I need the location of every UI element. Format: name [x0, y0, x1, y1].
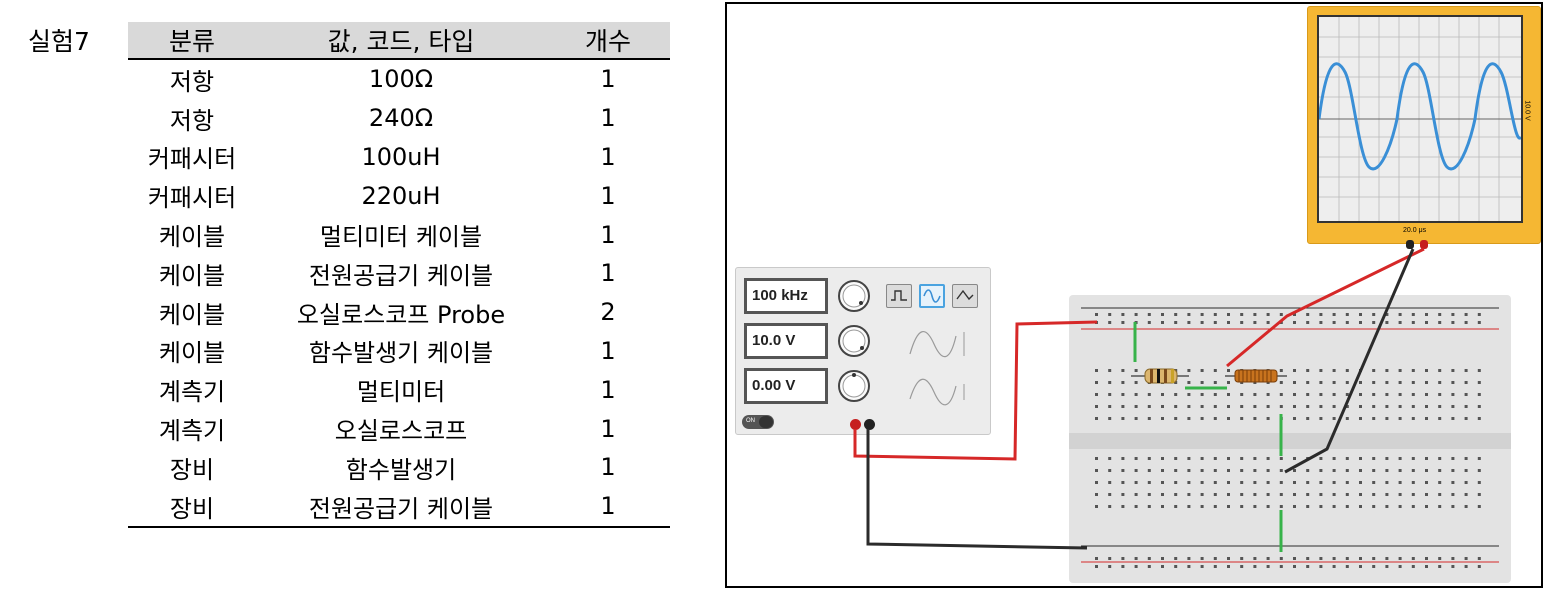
cell-value: 오실로스코프	[334, 417, 468, 446]
cell-category: 장비	[169, 455, 215, 484]
header-category: 분류	[168, 27, 215, 56]
table-row: 커패시터 220uH 1	[128, 176, 670, 215]
table-body: 저항 100Ω 1 저항 240Ω 1 커패시터 100uH 1 커패시터 220uH 1 케이블 멀티미…	[128, 60, 670, 526]
table-header: 분류 값, 코드, 타입 개수	[128, 22, 670, 60]
table-row: 케이블 전원공급기 케이블 1	[128, 254, 670, 293]
table-bottom-rule	[128, 525, 670, 528]
cell-count: 1	[600, 181, 616, 210]
wire-generator-negative[interactable]	[866, 429, 1088, 550]
cell-value: 함수발생기	[345, 455, 457, 484]
cell-category: 케이블	[158, 223, 226, 252]
inductor[interactable]	[1225, 369, 1287, 383]
cell-count: 1	[600, 453, 616, 482]
parts-table: 분류 값, 코드, 타입 개수 저항 100Ω 1 저항 240Ω 1 커패시터 100uH 1…	[128, 22, 670, 528]
header-count: 개수	[584, 27, 631, 56]
table-row: 케이블 멀티미터 케이블 1	[128, 215, 670, 254]
cell-category: 계측기	[158, 378, 226, 407]
table-row: 케이블 오실로스코프 Probe 2	[128, 293, 670, 332]
cell-value: 100Ω	[368, 65, 434, 94]
cell-value: 함수발생기 케이블	[308, 339, 494, 368]
table-row: 저항 100Ω 1	[128, 60, 670, 99]
table-row: 장비 함수발생기 1	[128, 448, 670, 487]
resistor[interactable]	[1131, 368, 1189, 384]
cell-category: 커패시터	[147, 145, 237, 174]
cell-category: 저항	[169, 67, 215, 96]
cell-category: 케이블	[158, 339, 226, 368]
cell-value: 오실로스코프 Probe	[296, 300, 506, 329]
wire-generator-positive[interactable]	[853, 320, 1098, 461]
experiment-label: 실험7	[28, 27, 90, 56]
cell-value: 멀티미터 케이블	[319, 223, 483, 252]
cell-count: 1	[600, 336, 616, 365]
cell-count: 1	[600, 414, 616, 443]
cell-value: 멀티미터	[356, 378, 446, 407]
table-row: 장비 전원공급기 케이블 1	[128, 487, 670, 526]
cell-count: 1	[600, 65, 616, 94]
cell-category: 계측기	[158, 417, 226, 446]
cell-count: 1	[600, 220, 616, 249]
wiring	[853, 247, 1425, 552]
cell-value: 전원공급기 케이블	[308, 261, 494, 290]
cell-value: 240Ω	[368, 104, 434, 133]
cell-value: 100uH	[361, 142, 441, 171]
table-row: 케이블 함수발생기 케이블 1	[128, 332, 670, 371]
cell-category: 커패시터	[147, 184, 237, 213]
circuit-simulator: 100 kHz 10.0 V 0.00 V ON 10.0 V 20.0 μs	[725, 2, 1543, 588]
cell-value: 전원공급기 케이블	[308, 494, 494, 523]
cell-category: 케이블	[158, 300, 226, 329]
cell-count: 2	[600, 298, 616, 327]
cell-count: 1	[600, 492, 616, 521]
table-row: 커패시터 100uH 1	[128, 138, 670, 177]
table-row: 계측기 오실로스코프 1	[128, 409, 670, 448]
table-row: 계측기 멀티미터 1	[128, 370, 670, 409]
cell-category: 장비	[169, 494, 215, 523]
cell-count: 1	[600, 104, 616, 133]
cell-value: 220uH	[361, 181, 441, 210]
table-row: 저항 240Ω 1	[128, 99, 670, 138]
cell-count: 1	[600, 142, 616, 171]
cell-count: 1	[600, 259, 616, 288]
cell-category: 저항	[169, 106, 215, 135]
cell-count: 1	[600, 375, 616, 404]
header-value: 값, 코드, 타입	[327, 27, 475, 56]
wire-scope-black[interactable]	[1284, 248, 1415, 474]
cell-category: 케이블	[158, 261, 226, 290]
wire-scope-red[interactable]	[1226, 247, 1425, 368]
